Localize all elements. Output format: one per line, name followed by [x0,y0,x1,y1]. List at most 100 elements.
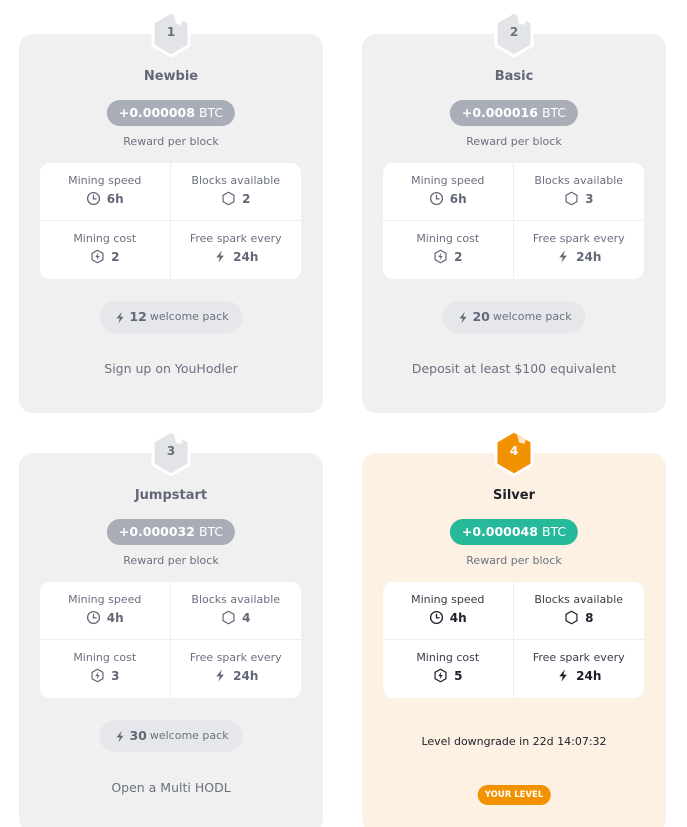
stat-label: Blocks available [191,174,281,187]
hexagon-bolt-icon [433,249,448,264]
welcome-pack-pill: 20 welcome pack [442,301,586,333]
level-number: 2 [509,25,519,39]
level-number-badge: 1 [150,10,192,58]
lightning-icon [213,668,227,683]
stats-grid: Mining speed 4h Blocks available 4 Minin… [40,582,301,698]
stat-value: 24h [576,668,602,683]
clock-icon [86,610,101,625]
level-requirement: Sign up on YouHodler [104,361,238,376]
level-name: Basic [494,69,534,84]
reward-label: Reward per block [123,554,219,567]
stat-label: Blocks available [534,593,624,606]
welcome-count: 30 [129,728,147,743]
stat-value: 24h [233,249,259,264]
level-number-badge: 3 [150,429,192,477]
stat-value: 3 [585,191,594,206]
stat-value: 4h [106,610,124,625]
stat-value: 24h [576,249,602,264]
stat-label: Blocks available [191,593,281,606]
stat-value: 4h [449,610,467,625]
stat-label: Free spark every [189,651,282,664]
stat-blocks-available: Blocks available 4 [170,582,301,640]
stat-label: Free spark every [532,651,625,664]
stats-grid: Mining speed 6h Blocks available 2 Minin… [40,163,301,279]
level-card-newbie: 1 Newbie +0.000008 BTC Reward per block … [19,10,323,413]
level-number-badge: 2 [493,10,535,58]
your-level-badge: YOUR LEVEL [477,785,551,805]
stats-grid: Mining speed 4h Blocks available 8 Minin… [383,582,644,698]
welcome-pack-pill: 12 welcome pack [99,301,243,333]
reward-pill: +0.000008 BTC [106,100,236,126]
stat-label: Mining cost [416,651,480,664]
stat-free-spark: Free spark every 24h [171,640,302,698]
reward-label: Reward per block [123,135,219,148]
reward-amount: +0.000032 [118,524,195,539]
stat-free-spark: Free spark every 24h [171,221,302,279]
reward-unit: BTC [541,524,567,539]
stat-mining-speed: Mining speed 4h [383,582,514,640]
level-number: 1 [166,25,176,39]
lightning-icon [113,729,126,744]
stat-value: 8 [585,610,594,625]
reward-amount: +0.000048 [461,524,538,539]
stat-label: Mining speed [68,174,142,187]
level-requirement: Open a Multi HODL [111,780,231,795]
stat-value: 6h [106,191,124,206]
stat-mining-speed: Mining speed 4h [40,582,171,640]
clock-icon [429,610,444,625]
clock-icon [429,191,444,206]
hexagon-bolt-icon [90,249,105,264]
stat-label: Mining speed [411,174,485,187]
reward-amount: +0.000008 [118,105,195,120]
lightning-icon [113,310,126,325]
stat-label: Blocks available [534,174,624,187]
level-card-basic: 2 Basic +0.000016 BTC Reward per block M… [362,10,666,413]
welcome-count: 12 [129,309,147,324]
level-number-badge: 4 [493,429,535,477]
lightning-icon [456,310,469,325]
welcome-label: welcome pack [492,310,572,323]
level-requirement: Deposit at least $100 equivalent [411,361,617,376]
stat-label: Mining speed [68,593,142,606]
hexagon-bolt-icon [90,668,105,683]
level-card-silver: 4 Silver +0.000048 BTC Reward per block … [362,429,666,827]
stat-label: Mining cost [73,232,137,245]
hexagon-outline-icon [564,191,579,206]
stat-value: 6h [449,191,467,206]
hexagon-outline-icon [221,610,236,625]
stat-mining-cost: Mining cost 2 [40,221,171,279]
hexagon-outline-icon [221,191,236,206]
welcome-count: 20 [472,309,490,324]
welcome-label: welcome pack [149,310,229,323]
reward-amount: +0.000016 [461,105,538,120]
reward-label: Reward per block [466,554,562,567]
stat-label: Mining speed [411,593,485,606]
level-downgrade-timer: Level downgrade in 22d 14:07:32 [421,735,607,748]
stat-blocks-available: Blocks available 3 [513,163,644,221]
stat-mining-cost: Mining cost 5 [383,640,514,698]
stat-free-spark: Free spark every 24h [514,221,645,279]
lightning-icon [213,249,227,264]
level-name: Jumpstart [134,488,208,503]
welcome-label: welcome pack [149,729,229,742]
stat-value: 2 [111,249,120,264]
stat-mining-cost: Mining cost 2 [383,221,514,279]
reward-unit: BTC [541,105,567,120]
level-name: Newbie [143,69,199,84]
lightning-icon [556,668,570,683]
clock-icon [86,191,101,206]
reward-pill: +0.000016 BTC [449,100,579,126]
stat-value: 2 [454,249,463,264]
reward-unit: BTC [198,105,224,120]
stats-grid: Mining speed 6h Blocks available 3 Minin… [383,163,644,279]
level-number: 3 [166,444,176,458]
stat-mining-cost: Mining cost 3 [40,640,171,698]
lightning-icon [556,249,570,264]
stat-value: 24h [233,668,259,683]
level-card-jumpstart: 3 Jumpstart +0.000032 BTC Reward per blo… [19,429,323,827]
reward-label: Reward per block [466,135,562,148]
reward-pill: +0.000048 BTC [449,519,579,545]
welcome-pack-pill: 30 welcome pack [99,720,243,752]
level-name: Silver [493,488,535,503]
stat-value: 3 [111,668,120,683]
